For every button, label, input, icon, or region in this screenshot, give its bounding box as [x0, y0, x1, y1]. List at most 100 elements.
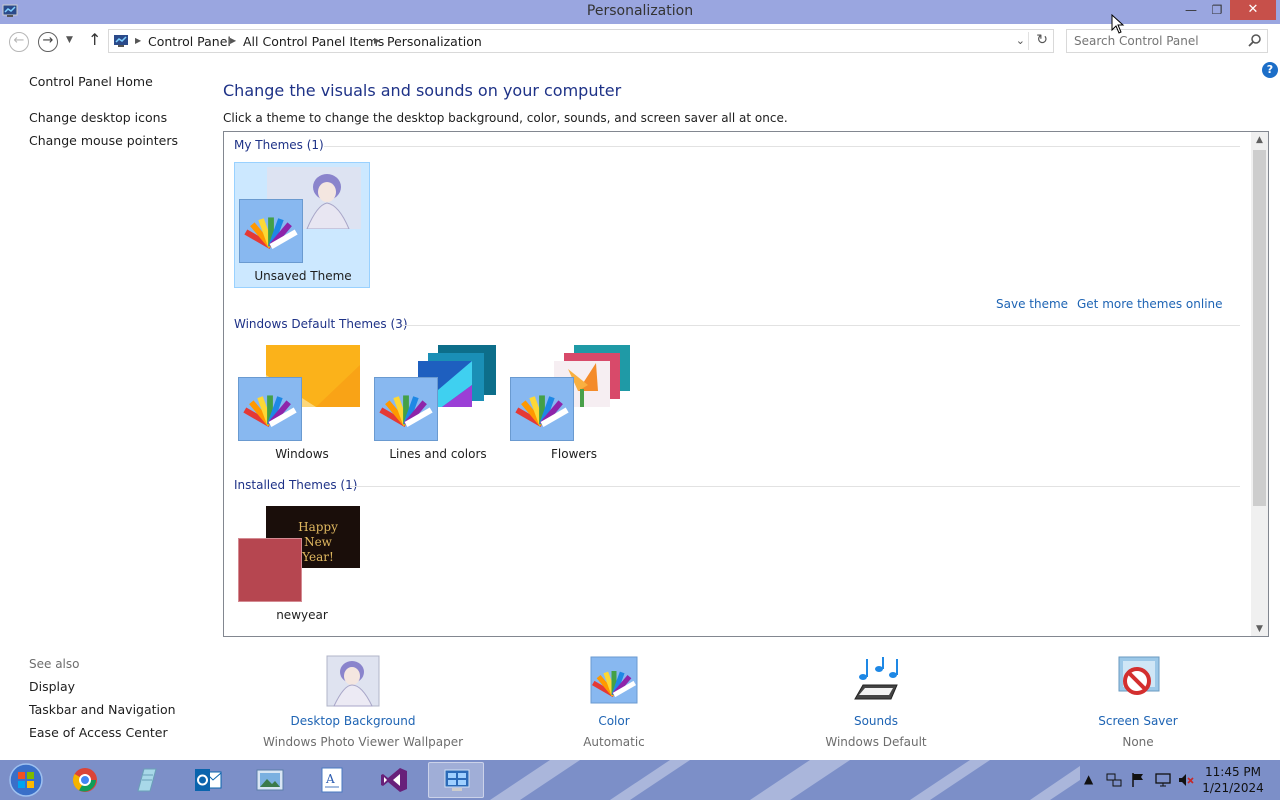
color-swatch	[238, 538, 302, 602]
address-bar[interactable]: ▶ Control Panel ▶ All Control Panel Item…	[108, 29, 1054, 53]
section-divider	[324, 146, 1240, 147]
display-link[interactable]: Display	[29, 679, 75, 694]
speaker-muted-icon[interactable]	[1178, 772, 1194, 788]
taskbar-and-navigation-link[interactable]: Taskbar and Navigation	[29, 702, 176, 717]
taskbar-visual-studio[interactable]	[366, 762, 422, 798]
minimize-button[interactable]: —	[1178, 0, 1204, 20]
taskbar-notepad[interactable]	[118, 762, 174, 798]
up-arrow-icon[interactable]: ↑	[88, 30, 101, 49]
svg-text:A: A	[325, 772, 335, 786]
search-icon[interactable]	[1248, 33, 1262, 47]
sounds-value: Windows Default	[825, 735, 927, 749]
window-title: Personalization	[586, 3, 694, 19]
taskbar-photos[interactable]	[242, 762, 298, 798]
screen-saver-icon	[1118, 656, 1160, 695]
restore-button[interactable]: ❐	[1204, 0, 1230, 20]
save-theme-link[interactable]: Save theme	[996, 297, 1068, 311]
theme-flowers[interactable]: Flowers	[506, 341, 642, 467]
scroll-up-chevron-up-icon[interactable]: ▲	[1251, 135, 1268, 145]
desktop-background-item[interactable]: Desktop Background Windows Photo Viewer …	[263, 655, 463, 749]
screen-saver-value: None	[1122, 735, 1154, 749]
taskbar-control-panel[interactable]	[428, 762, 484, 798]
visual-studio-icon	[381, 768, 407, 792]
display-settings-icon[interactable]	[1155, 772, 1171, 788]
desktop-background-icon	[326, 655, 380, 707]
theme-lines-and-colors[interactable]: Lines and colors	[370, 341, 506, 467]
chevron-right-icon[interactable]: ▶	[135, 36, 141, 45]
chevron-right-icon[interactable]: ▶	[230, 36, 236, 45]
change-desktop-icons-link[interactable]: Change desktop icons	[29, 110, 167, 125]
back-button[interactable]: ←	[9, 32, 29, 52]
search-input[interactable]	[1067, 30, 1243, 52]
see-also-label: See also	[29, 657, 80, 671]
scroll-down-chevron-down-icon[interactable]: ▼	[1251, 624, 1268, 634]
sounds-icon	[854, 657, 898, 700]
theme-windows[interactable]: Windows	[234, 341, 370, 467]
section-divider	[402, 325, 1240, 326]
clock-time: 11:45 PM	[1205, 765, 1261, 779]
breadcrumb-control-panel[interactable]: Control Panel	[148, 34, 231, 49]
forward-button[interactable]: →	[38, 32, 58, 52]
taskbar-outlook[interactable]	[180, 762, 236, 798]
search-box[interactable]	[1066, 29, 1268, 53]
network-icon[interactable]	[1106, 773, 1122, 788]
theme-unsaved-theme[interactable]: Unsaved Theme	[234, 162, 370, 288]
clock-date: 1/21/2024	[1202, 781, 1264, 795]
address-chevron-down-icon[interactable]: ⌄	[1016, 34, 1025, 47]
color-palette-icon	[238, 377, 302, 441]
theme-newyear[interactable]: Happy New Year! newyear	[234, 502, 370, 628]
color-palette-icon	[239, 199, 303, 263]
action-center-flag-icon[interactable]	[1131, 772, 1145, 788]
theme-label: Lines and colors	[389, 447, 487, 461]
chrome-icon	[72, 768, 97, 792]
control-panel-icon	[114, 35, 128, 47]
breadcrumb-personalization[interactable]: Personalization	[387, 34, 482, 49]
notepad-icon	[137, 768, 157, 792]
color-label[interactable]: Color	[524, 714, 704, 728]
recent-locations-chevron-down-icon[interactable]: ▼	[66, 35, 73, 45]
breadcrumb-all-control-panel-items[interactable]: All Control Panel Items	[243, 34, 384, 49]
taskbar-decoration	[490, 760, 1080, 800]
theme-label: Unsaved Theme	[254, 269, 352, 283]
change-mouse-pointers-link[interactable]: Change mouse pointers	[29, 133, 178, 148]
get-more-themes-online-link[interactable]: Get more themes online	[1077, 297, 1223, 311]
chevron-right-icon[interactable]: ▶	[374, 36, 380, 45]
theme-label: newyear	[276, 608, 328, 622]
ease-of-access-center-link[interactable]: Ease of Access Center	[29, 725, 168, 740]
sounds-item[interactable]: Sounds Windows Default	[786, 655, 966, 749]
color-palette-icon	[590, 656, 638, 704]
vertical-scrollbar[interactable]: ▲ ▼	[1251, 132, 1268, 636]
desktop-background-label[interactable]: Desktop Background	[263, 714, 443, 728]
page-title: Change the visuals and sounds on your co…	[223, 81, 622, 100]
theme-label: Flowers	[551, 447, 597, 461]
themes-list: My Themes (1) Unsaved Theme Save theme G…	[223, 131, 1269, 637]
section-title-installed-themes: Installed Themes (1)	[234, 478, 358, 492]
navigation-bar: ← → ▼ ↑ ▶ Control Panel ▶ All Control Pa…	[0, 24, 1280, 58]
control-panel-home-link[interactable]: Control Panel Home	[29, 74, 153, 89]
sounds-label[interactable]: Sounds	[786, 714, 966, 728]
show-hidden-icons-chevron-up-icon[interactable]: ▲	[1084, 772, 1093, 786]
photos-icon	[256, 769, 284, 791]
scrollbar-thumb[interactable]	[1253, 150, 1266, 506]
taskbar-chrome[interactable]	[57, 762, 113, 798]
section-divider	[350, 486, 1240, 487]
control-panel-icon	[444, 769, 470, 791]
address-divider	[1028, 32, 1029, 50]
section-title-windows-default-themes: Windows Default Themes (3)	[234, 317, 408, 331]
refresh-icon[interactable]: ↻	[1036, 32, 1048, 48]
taskbar: A ▲	[0, 760, 1280, 800]
title-bar: Personalization — ❐ ✕	[0, 0, 1280, 24]
taskbar-clock[interactable]: 11:45 PM 1/21/2024	[1196, 764, 1270, 796]
mouse-cursor-icon	[1111, 14, 1125, 34]
screen-saver-item[interactable]: Screen Saver None	[1048, 655, 1228, 749]
start-button[interactable]	[4, 761, 48, 799]
color-palette-icon	[510, 377, 574, 441]
color-value: Automatic	[583, 735, 645, 749]
wordpad-icon: A	[321, 767, 343, 793]
close-button[interactable]: ✕	[1230, 0, 1276, 20]
help-icon[interactable]: ?	[1262, 62, 1278, 78]
screen-saver-label[interactable]: Screen Saver	[1048, 714, 1228, 728]
color-item[interactable]: Color Automatic	[524, 655, 704, 749]
page-description: Click a theme to change the desktop back…	[223, 111, 788, 125]
taskbar-wordpad[interactable]: A	[304, 762, 360, 798]
